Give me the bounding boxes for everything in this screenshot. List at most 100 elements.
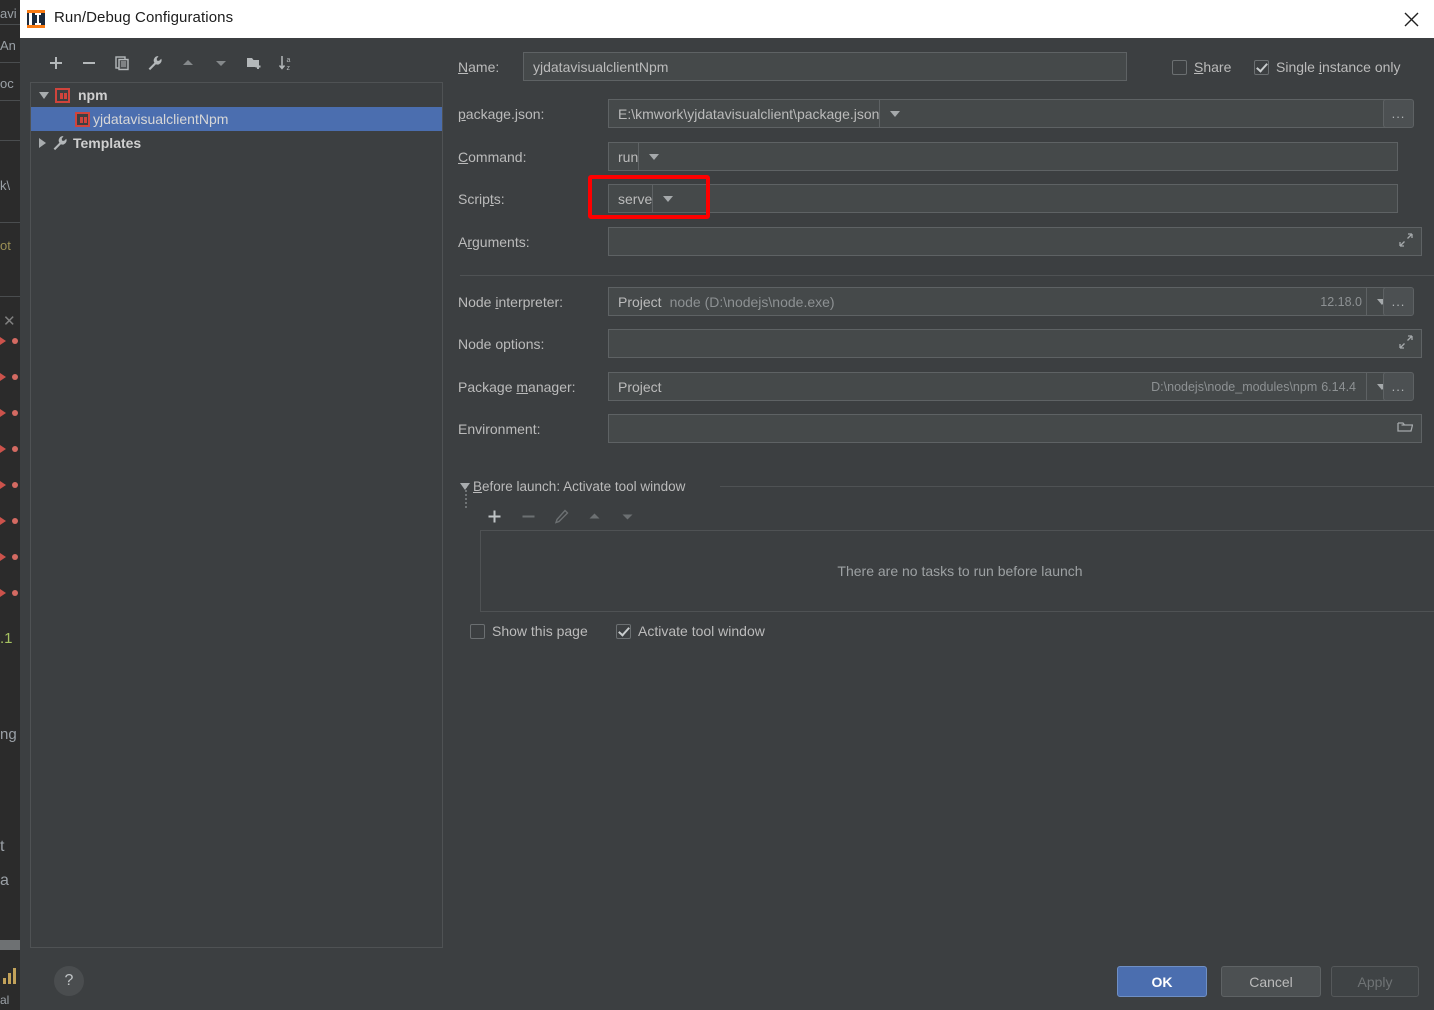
ide-text-fragment: a	[0, 872, 9, 889]
move-task-up-button	[581, 503, 607, 529]
tree-item-npm[interactable]: npm	[31, 83, 442, 107]
sort-az-icon[interactable]: a z	[273, 48, 301, 78]
ide-editor-strip	[0, 0, 22, 1010]
single-instance-only-label: Single instance only	[1276, 59, 1401, 75]
error-marker-icon	[0, 516, 9, 526]
arguments-label: Arguments:	[458, 234, 530, 250]
scripts-field[interactable]: serve	[608, 184, 1398, 213]
name-label: Name:	[458, 59, 500, 75]
tree-item-label: yjdatavisualclientNpm	[93, 111, 229, 127]
dialog-title: Run/Debug Configurations	[54, 9, 234, 26]
folder-add-icon[interactable]	[240, 48, 268, 78]
name-field[interactable]: yjdatavisualclientNpm	[523, 52, 1127, 81]
node-interpreter-field[interactable]: Project node (D:\nodejs\node.exe) 12.18.…	[608, 287, 1398, 316]
run-debug-configurations-dialog: Run/Debug Configurations a z npm yjdatav…	[20, 0, 1434, 1010]
chevron-right-icon[interactable]	[39, 138, 46, 148]
node-interpreter-browse-button[interactable]: ...	[1383, 287, 1414, 316]
node-options-field[interactable]	[608, 329, 1422, 358]
command-field[interactable]: run	[608, 142, 1398, 171]
activate-tool-window-checkbox[interactable]: Activate tool window	[616, 623, 765, 639]
node-interpreter-version: 12.18.0	[1320, 294, 1362, 309]
show-this-page-checkbox[interactable]: Show this page	[470, 623, 588, 639]
npm-icon	[55, 87, 70, 103]
configurations-toolbar: a z	[32, 48, 452, 80]
arrow-down-icon[interactable]	[207, 48, 235, 78]
svg-text:z: z	[287, 65, 291, 71]
apply-button[interactable]: Apply	[1331, 966, 1419, 997]
cancel-button[interactable]: Cancel	[1221, 966, 1321, 997]
ide-divider	[0, 24, 22, 25]
help-button[interactable]: ?	[54, 966, 84, 996]
tree-item-templates[interactable]: Templates	[31, 131, 442, 155]
command-value: run	[618, 148, 639, 165]
ide-text-fragment: An	[0, 38, 16, 53]
configurations-tree[interactable]: npm yjdatavisualclientNpm Templates	[30, 82, 443, 948]
error-dot	[12, 338, 18, 344]
dialog-title-bar[interactable]: Run/Debug Configurations	[20, 0, 1434, 38]
ide-status-bars	[2, 968, 20, 984]
error-marker-icon	[0, 444, 9, 454]
svg-text:a: a	[287, 57, 291, 64]
expand-editor-icon[interactable]	[1399, 233, 1413, 250]
checkbox-box[interactable]	[1254, 59, 1269, 75]
before-launch-title: Before launch: Activate tool window	[473, 479, 686, 494]
checkbox-box[interactable]	[616, 623, 631, 639]
close-tab-icon[interactable]: ✕	[3, 312, 16, 330]
ide-text-fragment: ot	[0, 238, 11, 253]
package-json-browse-button[interactable]: ...	[1383, 99, 1414, 128]
plus-icon[interactable]	[42, 48, 70, 78]
ide-text-fragment: .1	[0, 630, 13, 647]
environment-field[interactable]	[608, 414, 1422, 443]
checkbox-box[interactable]	[1172, 59, 1187, 75]
single-instance-only-checkbox[interactable]: Single instance only	[1254, 59, 1401, 75]
ide-text-fragment: avi	[0, 6, 17, 21]
scripts-label: Scripts:	[458, 191, 505, 207]
chevron-down-icon[interactable]	[879, 100, 910, 127]
chevron-down-icon[interactable]	[652, 185, 683, 212]
tree-item-yjdatavisualclientnpm[interactable]: yjdatavisualclientNpm	[31, 107, 442, 131]
add-task-button[interactable]	[481, 503, 507, 529]
expand-editor-icon[interactable]	[1399, 335, 1413, 352]
ide-divider	[0, 296, 22, 297]
name-value: yjdatavisualclientNpm	[533, 58, 669, 75]
ide-text-fragment: al	[0, 993, 10, 1007]
folder-icon[interactable]	[1397, 420, 1414, 437]
minus-icon[interactable]	[75, 48, 103, 78]
before-launch-empty-text: There are no tasks to run before launch	[837, 563, 1083, 579]
package-manager-field[interactable]: Project D:\nodejs\node_modules\npm 6.14.…	[608, 372, 1398, 401]
checkbox-box[interactable]	[470, 623, 485, 639]
error-dot	[12, 554, 18, 560]
close-icon[interactable]	[1388, 0, 1434, 38]
node-interpreter-label: Node interpreter:	[458, 294, 564, 310]
ide-divider	[0, 222, 22, 223]
package-manager-version: 6.14.4	[1321, 379, 1356, 394]
node-interpreter-detail: node (D:\nodejs\node.exe)	[669, 293, 835, 310]
ok-button[interactable]: OK	[1117, 966, 1207, 997]
chevron-down-icon[interactable]	[39, 91, 49, 99]
scripts-value: serve	[618, 190, 653, 207]
chevron-down-icon[interactable]	[460, 483, 470, 490]
package-json-value: E:\kmwork\yjdatavisualclient\package.jso…	[618, 105, 880, 122]
tree-item-label: npm	[78, 87, 108, 103]
wrench-icon[interactable]	[141, 48, 169, 78]
environment-label: Environment:	[458, 421, 541, 437]
package-manager-browse-button[interactable]: ...	[1383, 372, 1414, 401]
ide-text-fragment: ng	[0, 726, 17, 743]
ide-text-fragment: t	[0, 838, 5, 855]
arrow-up-icon[interactable]	[174, 48, 202, 78]
node-options-label: Node options:	[458, 336, 545, 352]
before-launch-task-list[interactable]: There are no tasks to run before launch	[480, 530, 1434, 612]
error-marker-icon	[0, 408, 9, 418]
error-dot	[12, 410, 18, 416]
wrench-icon	[52, 135, 68, 151]
package-json-field[interactable]: E:\kmwork\yjdatavisualclient\package.jso…	[608, 99, 1398, 128]
error-dot	[12, 374, 18, 380]
ide-text-fragment: k\	[0, 178, 11, 193]
error-marker-icon	[0, 372, 9, 382]
chevron-down-icon[interactable]	[638, 143, 669, 170]
arguments-field[interactable]	[608, 227, 1422, 256]
copy-icon[interactable]	[108, 48, 136, 78]
editor-scrollbar[interactable]	[0, 940, 22, 950]
share-checkbox[interactable]: Share	[1172, 59, 1231, 75]
command-label: Command:	[458, 149, 527, 165]
